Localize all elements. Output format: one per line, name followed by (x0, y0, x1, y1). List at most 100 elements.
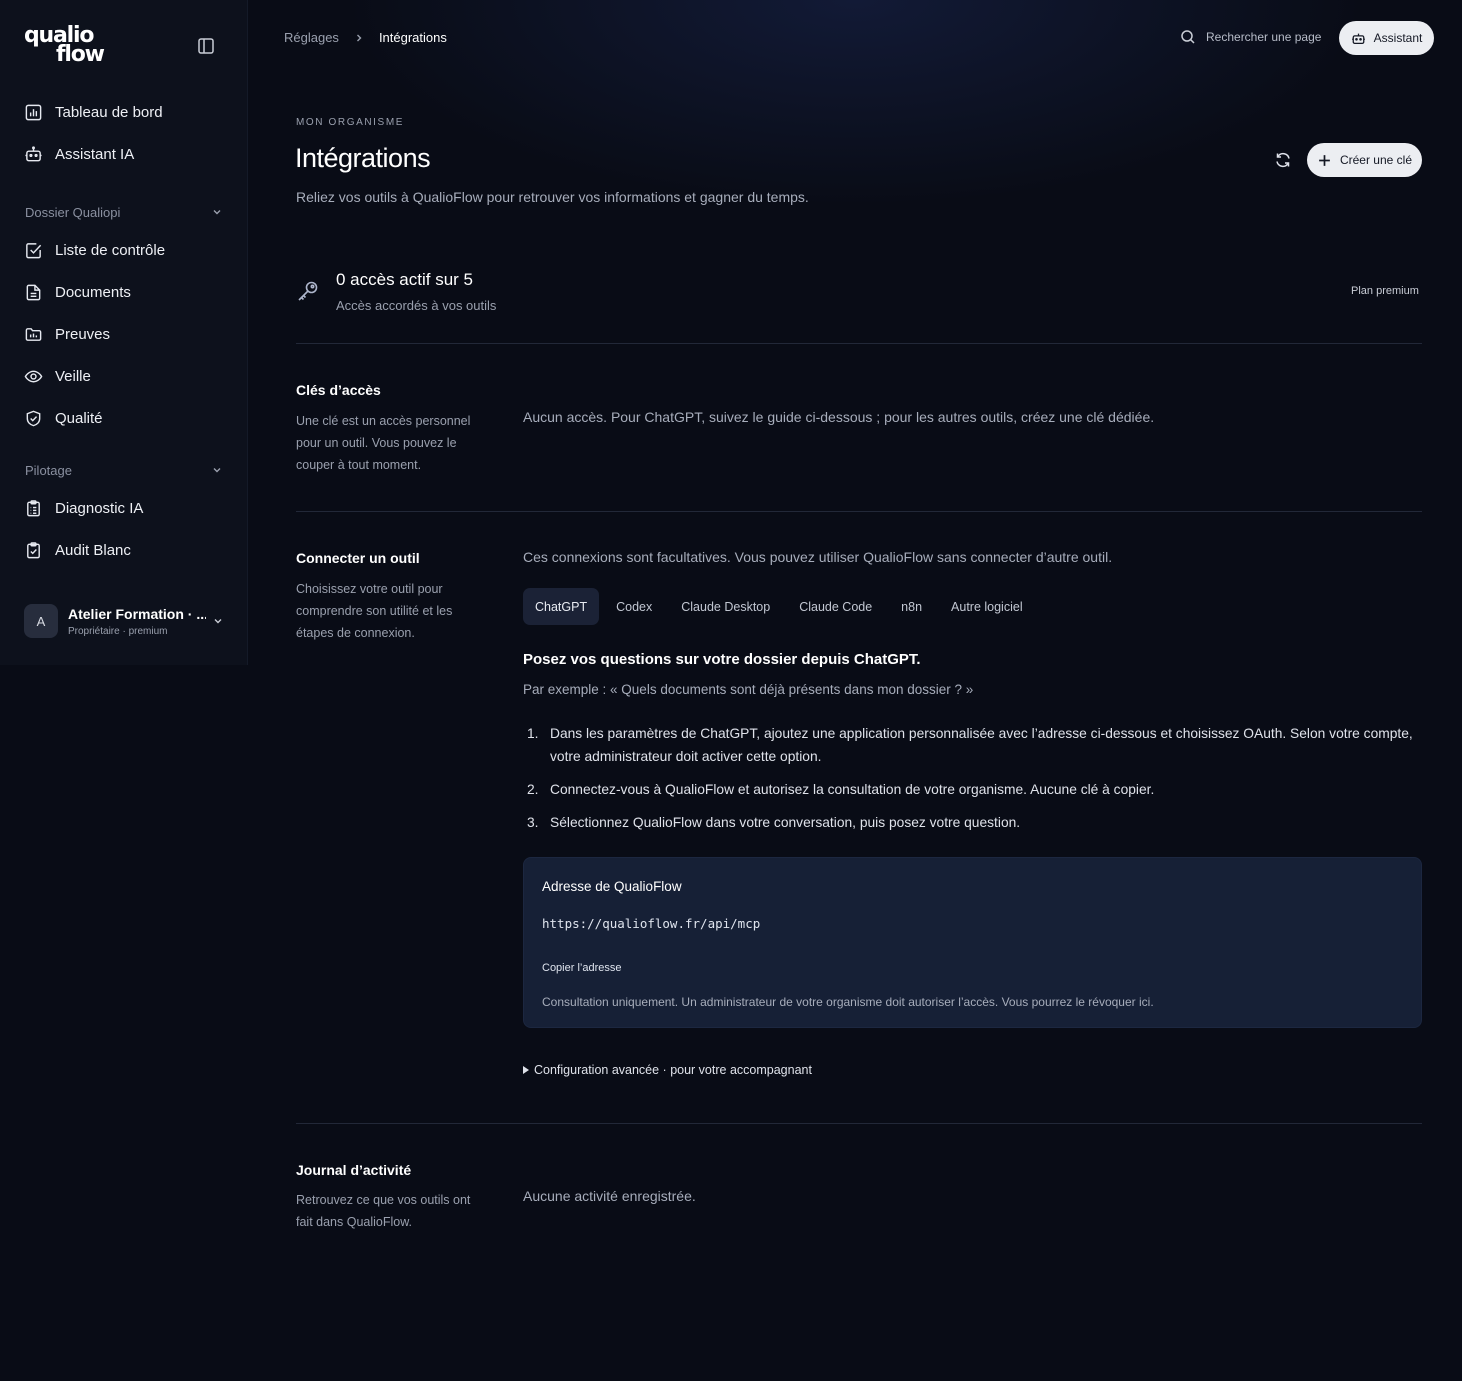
tab-n8n[interactable]: n8n (889, 588, 934, 625)
page-title: Intégrations (295, 143, 431, 173)
refresh-icon[interactable] (1274, 151, 1292, 169)
sidebar-item-audit[interactable]: Audit Blanc (24, 536, 224, 564)
tool-headline: Posez vos questions sur votre dossier de… (523, 651, 921, 668)
address-note: Consultation uniquement. Un administrate… (542, 995, 1154, 1009)
journal-empty-state: Aucune activité enregistrée. (523, 1188, 696, 1204)
page-subtitle: Reliez vos outils à QualioFlow pour retr… (296, 189, 809, 205)
chevron-down-icon (213, 210, 221, 215)
list-item: 3. Sélectionnez QualioFlow dans votre con… (527, 811, 1422, 834)
list-item: 2. Connectez-vous à QualioFlow et autoris… (527, 778, 1422, 801)
connect-intro: Ces connexions sont facultatives. Vous p… (523, 549, 1113, 565)
address-card: Adresse de QualioFlow https://qualioflow… (523, 857, 1422, 1028)
access-subtitle: Accès accordés à vos outils (336, 298, 497, 313)
sidebar-item-documents[interactable]: Documents (24, 278, 224, 306)
chart-icon (25, 104, 42, 120)
connect-section-title: Connecter un outil (296, 550, 420, 566)
document-icon (26, 284, 41, 300)
breadcrumb-current: Intégrations (378, 30, 447, 45)
step-number: 3. (527, 815, 539, 830)
divider (296, 343, 1422, 344)
plus-icon (1319, 154, 1330, 166)
list-item: 1. Dans les paramètres de ChatGPT, ajoute… (527, 722, 1422, 768)
sidebar-item-veille[interactable]: Veille (24, 362, 224, 390)
step-text: Dans les paramètres de ChatGPT, ajoutez … (550, 726, 1413, 764)
create-key-button[interactable]: Créer une clé (1307, 143, 1422, 177)
journal-section-title: Journal d’activité (296, 1162, 412, 1178)
robot-icon (25, 145, 42, 161)
access-count: 0 accès actif sur 5 (336, 270, 474, 289)
avatar: A (24, 604, 58, 638)
sidebar-item-label: Diagnostic IA (55, 499, 144, 517)
checkbox-icon (26, 242, 42, 258)
create-key-label: Créer une clé (1339, 153, 1413, 167)
sidebar-item-label: Liste de contrôle (55, 241, 166, 259)
journal-section-desc: Retrouvez ce que vos outils ont fait dan… (296, 1193, 471, 1229)
step-text: Sélectionnez QualioFlow dans votre conve… (550, 815, 1021, 830)
setup-steps: 1. Dans les paramètres de ChatGPT, ajoute… (527, 722, 1422, 844)
tool-example: Par exemple : « Quels documents sont déj… (523, 682, 974, 697)
key-icon (298, 281, 318, 301)
section-label: Pilotage (25, 462, 72, 478)
keys-empty-state: Aucun accès. Pour ChatGPT, suivez le gui… (523, 409, 1155, 425)
chevron-down-icon (214, 619, 222, 624)
clipboard-list-icon (27, 499, 40, 516)
page-eyebrow: MON ORGANISME (296, 117, 405, 128)
sidebar-item-label: Preuves (55, 325, 111, 343)
sidebar-item-label: Veille (55, 367, 91, 385)
account-name: Atelier Formation · ... (68, 605, 206, 622)
step-number: 2. (527, 782, 539, 797)
account-switcher[interactable]: A Atelier Formation · ... Propriétaire ·… (24, 603, 224, 639)
background-glow (248, 0, 1462, 420)
keys-section-title: Clés d’accès (296, 382, 381, 398)
step-number: 1. (527, 726, 539, 741)
assistant-label: Assistant (1373, 31, 1423, 45)
triangle-right-icon (523, 1066, 529, 1074)
sidebar-item-checklist[interactable]: Liste de contrôle (24, 236, 224, 264)
account-role: Propriétaire · premium (68, 625, 168, 637)
sidebar-item-dashboard[interactable]: Tableau de bord (24, 98, 224, 126)
clipboard-check-icon (27, 541, 40, 558)
connect-section-desc: Choisissez votre outil pour comprendre s… (296, 582, 453, 640)
sidebar-item-assistant[interactable]: Assistant IA (24, 140, 224, 168)
page-search[interactable]: Rechercher une page (1180, 29, 1321, 45)
sidebar-item-label: Tableau de bord (55, 103, 163, 121)
tab-codex[interactable]: Codex (604, 588, 664, 625)
sidebar-item-label: Qualité (55, 409, 103, 427)
chevron-down-icon (213, 468, 221, 473)
assistant-button[interactable]: Assistant (1339, 21, 1434, 55)
sidebar-item-diagnostic[interactable]: Diagnostic IA (24, 494, 224, 522)
folder-icon (25, 327, 42, 341)
copy-address-button[interactable]: Copier l’adresse (542, 962, 621, 974)
advanced-config-toggle[interactable]: Configuration avancée · pour votre accom… (523, 1063, 812, 1077)
shield-icon (26, 410, 41, 426)
step-text: Connectez-vous à QualioFlow et autorisez… (550, 782, 1155, 797)
tool-tabs: ChatGPT Codex Claude Desktop Claude Code… (523, 588, 1040, 625)
section-toggle-qualiopi[interactable]: Dossier Qualiopi (25, 202, 223, 222)
sidebar-item-label: Documents (55, 283, 131, 301)
search-icon (1181, 30, 1195, 44)
section-toggle-pilotage[interactable]: Pilotage (25, 460, 223, 480)
advanced-config-label: Configuration avancée · pour votre accom… (534, 1063, 812, 1077)
tab-chatgpt[interactable]: ChatGPT (523, 588, 600, 625)
address-card-title: Adresse de QualioFlow (542, 879, 682, 894)
breadcrumb-parent[interactable]: Réglages (284, 30, 339, 45)
logo[interactable]: qualio flow (24, 25, 105, 66)
chevron-right-icon (356, 34, 362, 41)
sidebar: qualio flow Tableau de bord Assistant IA… (0, 0, 248, 665)
divider (296, 1123, 1422, 1124)
tab-claude-desktop[interactable]: Claude Desktop (669, 588, 782, 625)
divider (296, 511, 1422, 512)
breadcrumb: Réglages Intégrations (284, 30, 447, 45)
tab-autre-logiciel[interactable]: Autre logiciel (939, 588, 1035, 625)
eye-icon (24, 370, 43, 382)
address-url[interactable]: https://qualioflow.fr/api/mcp (542, 916, 760, 931)
sidebar-toggle-icon[interactable] (197, 37, 215, 55)
sidebar-item-label: Audit Blanc (55, 541, 131, 559)
tab-claude-code[interactable]: Claude Code (787, 588, 884, 625)
sidebar-item-qualite[interactable]: Qualité (24, 404, 224, 432)
sidebar-item-label: Assistant IA (55, 145, 135, 163)
plan-badge: Plan premium (1351, 285, 1419, 297)
sidebar-item-preuves[interactable]: Preuves (24, 320, 224, 348)
keys-section-desc: Une clé est un accès personnel pour un o… (296, 414, 471, 472)
robot-icon (1351, 33, 1365, 44)
